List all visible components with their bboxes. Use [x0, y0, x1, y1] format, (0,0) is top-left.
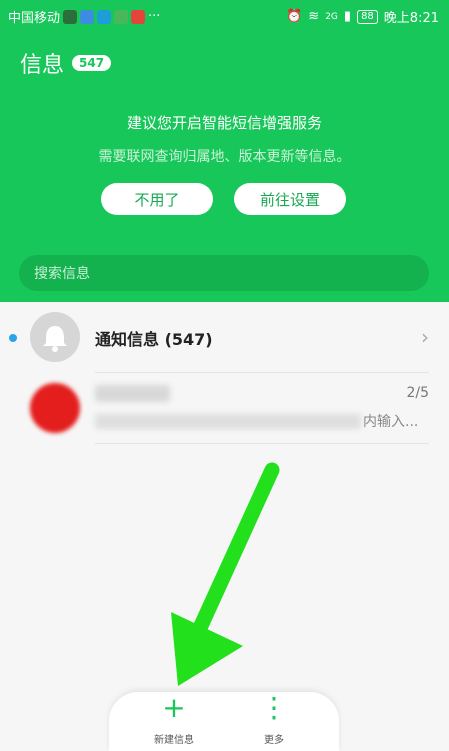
more-button[interactable]: ⋮ 更多 [234, 691, 314, 747]
annotation-arrow [171, 462, 280, 686]
new-message-label: 新建信息 [154, 735, 194, 746]
more-label: 更多 [264, 735, 284, 746]
plus-icon: + [162, 691, 186, 724]
more-vertical-icon: ⋮ [260, 691, 288, 724]
new-message-button[interactable]: + 新建信息 [134, 691, 214, 747]
bottom-navigation: + 新建信息 ⋮ 更多 [109, 692, 339, 751]
